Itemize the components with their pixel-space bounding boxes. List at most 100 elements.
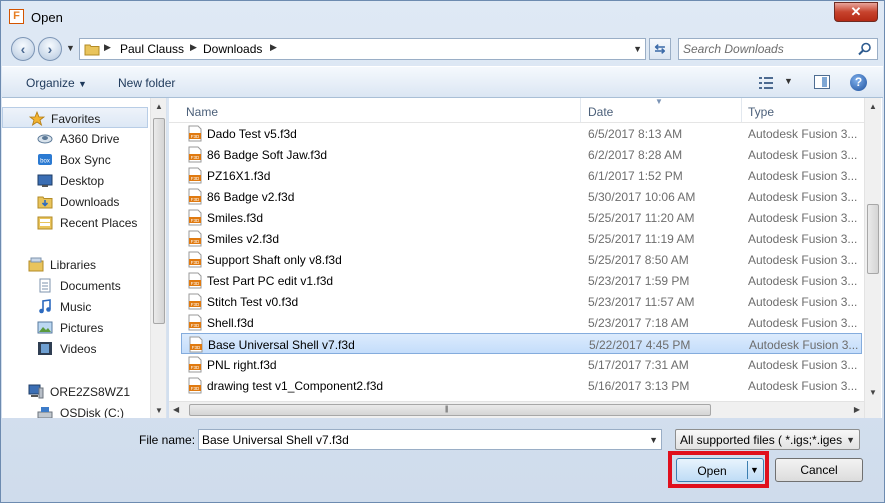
filelist-vertical-scrollbar[interactable]: ▲ ▼ (864, 98, 881, 418)
breadcrumb-separator-icon[interactable]: ▶ (270, 42, 277, 53)
address-bar[interactable]: ▶ Paul Clauss ▶ Downloads ▶ ▼ (79, 38, 646, 60)
f3d-file-icon: F3D (188, 230, 202, 247)
nav-label: Libraries (50, 258, 97, 272)
file-row[interactable]: F3D Stitch Test v0.f3d 5/23/2017 11:57 AM A… (181, 291, 862, 312)
column-divider[interactable] (741, 98, 742, 122)
nav-favorites[interactable]: Favorites (2, 107, 148, 128)
refresh-button[interactable]: ⇆ (649, 38, 671, 60)
new-folder-button[interactable]: New folder (118, 76, 175, 90)
svg-text:F3D: F3D (191, 365, 200, 370)
search-icon[interactable] (858, 42, 872, 56)
nav-computer[interactable]: ORE2ZS8WZ1 (2, 381, 148, 402)
breadcrumb-separator-icon[interactable]: ▶ (104, 42, 111, 53)
file-name-input[interactable] (202, 432, 642, 447)
file-date: 6/1/2017 1:52 PM (588, 169, 683, 183)
nav-item-documents[interactable]: Documents (2, 275, 148, 296)
file-row[interactable]: F3D drawing test v1_Component2.f3d 5/16/20… (181, 375, 862, 396)
back-button[interactable]: ‹ (11, 37, 35, 61)
a360-drive-icon (37, 134, 53, 144)
open-button[interactable]: Open ▼ (676, 458, 764, 482)
f3d-file-icon: F3D (188, 356, 202, 373)
nav-label: Box Sync (60, 153, 111, 167)
file-date: 5/16/2017 3:13 PM (588, 379, 690, 393)
file-type-filter[interactable]: All supported files ( *.igs;*.iges; ▼ (675, 429, 860, 450)
file-row[interactable]: F3D Support Shaft only v8.f3d 5/25/2017 8:… (181, 249, 862, 270)
file-type: Autodesk Fusion 3... (748, 211, 858, 225)
file-name: 86 Badge v2.f3d (207, 190, 295, 204)
svg-text:F3D: F3D (191, 323, 200, 328)
nav-item-pictures[interactable]: Pictures (2, 317, 148, 338)
recent-pages-dropdown-icon[interactable]: ▼ (66, 43, 75, 53)
scroll-right-icon[interactable]: ▶ (854, 405, 860, 414)
scrollbar-thumb[interactable] (153, 118, 165, 324)
scroll-up-icon[interactable]: ▲ (869, 102, 877, 111)
change-view-button[interactable]: ▼ (758, 75, 798, 91)
address-dropdown-icon[interactable]: ▼ (633, 44, 642, 54)
file-row[interactable]: F3D Dado Test v5.f3d 6/5/2017 8:13 AM Autod… (181, 123, 862, 144)
file-row[interactable]: F3D Smiles v2.f3d 5/25/2017 11:19 AM Autode… (181, 228, 862, 249)
f3d-file-icon: F3D (188, 272, 202, 289)
f3d-file-icon: F3D (188, 146, 202, 163)
command-bar: Organize ▼ New folder ▼ ? (2, 66, 883, 98)
search-box[interactable] (678, 38, 878, 60)
file-type: Autodesk Fusion 3... (749, 338, 859, 352)
f3d-file-icon: F3D (189, 336, 203, 353)
svg-text:F3D: F3D (191, 281, 200, 286)
breadcrumb-downloads[interactable]: Downloads (203, 42, 262, 56)
column-divider[interactable] (580, 98, 581, 122)
file-row[interactable]: F3D Smiles.f3d 5/25/2017 11:20 AM Autodesk … (181, 207, 862, 228)
cancel-button[interactable]: Cancel (775, 458, 863, 482)
filelist-horizontal-scrollbar[interactable]: ◀ ||| ▶ (169, 401, 864, 418)
file-row[interactable]: F3D Base Universal Shell v7.f3d 5/22/2017 … (181, 333, 862, 354)
file-type: Autodesk Fusion 3... (748, 127, 858, 141)
breadcrumb-separator-icon[interactable]: ▶ (190, 42, 197, 53)
nav-item-desktop[interactable]: Desktop (2, 170, 148, 191)
file-name: drawing test v1_Component2.f3d (207, 379, 384, 393)
breadcrumb-user[interactable]: Paul Clauss (120, 42, 184, 56)
scroll-down-icon[interactable]: ▼ (155, 406, 163, 415)
svg-text:F3D: F3D (191, 218, 200, 223)
close-button[interactable]: ✕ (834, 2, 878, 22)
scroll-up-icon[interactable]: ▲ (155, 102, 163, 111)
scrollbar-thumb[interactable] (189, 404, 711, 416)
file-row[interactable]: F3D PZ16X1.f3d 6/1/2017 1:52 PM Autodesk Fu… (181, 165, 862, 186)
column-header-name[interactable]: Name (186, 105, 218, 119)
help-button[interactable]: ? (850, 74, 867, 91)
preview-pane-button[interactable] (814, 75, 830, 89)
file-date: 5/23/2017 7:18 AM (588, 316, 689, 330)
nav-libraries[interactable]: Libraries (2, 254, 148, 275)
file-row[interactable]: F3D Shell.f3d 5/23/2017 7:18 AM Autodesk Fu… (181, 312, 862, 333)
nav-item-recent-places[interactable]: Recent Places (2, 212, 148, 233)
nav-label: Documents (60, 279, 121, 293)
scrollbar-thumb[interactable] (867, 204, 879, 274)
nav-item-a360-drive[interactable]: A360 Drive (2, 128, 148, 149)
organize-button[interactable]: Organize ▼ (26, 76, 87, 90)
scroll-left-icon[interactable]: ◀ (173, 405, 179, 414)
search-input[interactable] (683, 41, 853, 57)
file-row[interactable]: F3D PNL right.f3d 5/17/2017 7:31 AM Autodes… (181, 354, 862, 375)
column-header-date[interactable]: Date (588, 105, 613, 119)
file-name-combobox[interactable]: ▼ (198, 429, 662, 450)
scroll-down-icon[interactable]: ▼ (869, 388, 877, 397)
folder-icon (84, 44, 100, 56)
open-dialog: F Open ✕ ‹ › ▼ ▶ Paul Clauss ▶ Downloads… (0, 0, 885, 503)
nav-item-box-sync[interactable]: box Box Sync (2, 149, 148, 170)
nav-item-music[interactable]: Music (2, 296, 148, 317)
file-type: Autodesk Fusion 3... (748, 316, 858, 330)
forward-button[interactable]: › (38, 37, 62, 61)
navpane-scrollbar[interactable]: ▲ ▼ (150, 98, 166, 418)
nav-item-videos[interactable]: Videos (2, 338, 148, 359)
column-header-type[interactable]: Type (748, 105, 774, 119)
nav-item-osdisk[interactable]: OSDisk (C:) (2, 402, 148, 418)
file-row[interactable]: F3D 86 Badge Soft Jaw.f3d 6/2/2017 8:28 AM… (181, 144, 862, 165)
fusion-app-icon: F (9, 9, 24, 24)
svg-text:F3D: F3D (192, 345, 201, 350)
organize-label: Organize (26, 76, 75, 90)
f3d-file-icon: F3D (188, 125, 202, 142)
file-type: Autodesk Fusion 3... (748, 148, 858, 162)
file-row[interactable]: F3D 86 Badge v2.f3d 5/30/2017 10:06 AM Auto… (181, 186, 862, 207)
chevron-down-icon[interactable]: ▼ (649, 435, 658, 445)
nav-item-downloads[interactable]: Downloads (2, 191, 148, 212)
file-row[interactable]: F3D Test Part PC edit v1.f3d 5/23/2017 1:5… (181, 270, 862, 291)
open-options-dropdown-icon[interactable]: ▼ (750, 465, 759, 475)
